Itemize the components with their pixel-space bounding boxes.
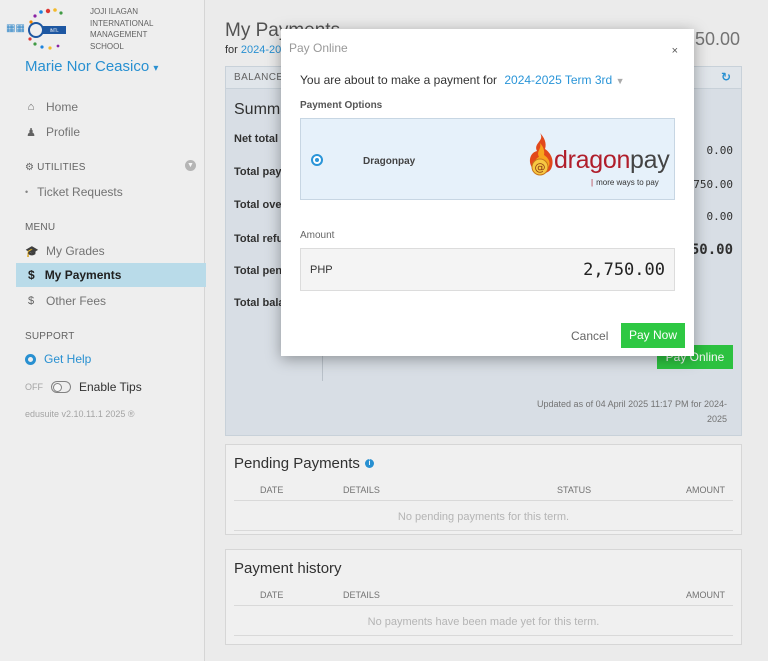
modal-intro: You are about to make a payment for 2024… <box>300 73 624 87</box>
term-dropdown[interactable]: 2024-2025 Term 3rd ▼ <box>504 73 624 87</box>
amount-field[interactable]: PHP 2,750.00 <box>300 248 675 291</box>
wordmark-pay: pay <box>630 146 670 174</box>
term-dropdown-value: 2024-2025 Term 3rd <box>504 73 613 87</box>
pay-online-modal: Pay Online × You are about to make a pay… <box>281 29 694 356</box>
dragonpay-logo: @ dragonpay | more ways to pay <box>523 129 670 193</box>
radio-selected[interactable] <box>311 154 323 166</box>
payment-option-name: Dragonpay <box>363 156 416 167</box>
svg-text:@: @ <box>535 161 546 174</box>
modal-intro-text: You are about to make a payment for <box>300 73 498 87</box>
modal-title: Pay Online <box>289 41 348 55</box>
payment-options-label: Payment Options <box>300 100 383 111</box>
tagline-text: more ways to pay <box>596 178 659 187</box>
close-icon[interactable]: × <box>672 45 678 57</box>
dragonpay-tagline: | more ways to pay <box>591 178 659 187</box>
caret-down-icon: ▼ <box>615 76 625 86</box>
tagline-bar: | <box>591 178 594 187</box>
dragonpay-wordmark: dragonpay <box>554 146 670 175</box>
currency-label: PHP <box>310 264 333 276</box>
amount-value: 2,750.00 <box>583 260 665 280</box>
flame-icon: @ <box>529 133 553 176</box>
wordmark-dragon: dragon <box>554 146 631 174</box>
payment-option-dragonpay[interactable]: Dragonpay @ dragonpay | more ways to pay <box>300 118 675 200</box>
pay-now-button[interactable]: Pay Now <box>621 323 685 348</box>
cancel-button[interactable]: Cancel <box>571 329 608 343</box>
amount-label: Amount <box>300 230 335 241</box>
